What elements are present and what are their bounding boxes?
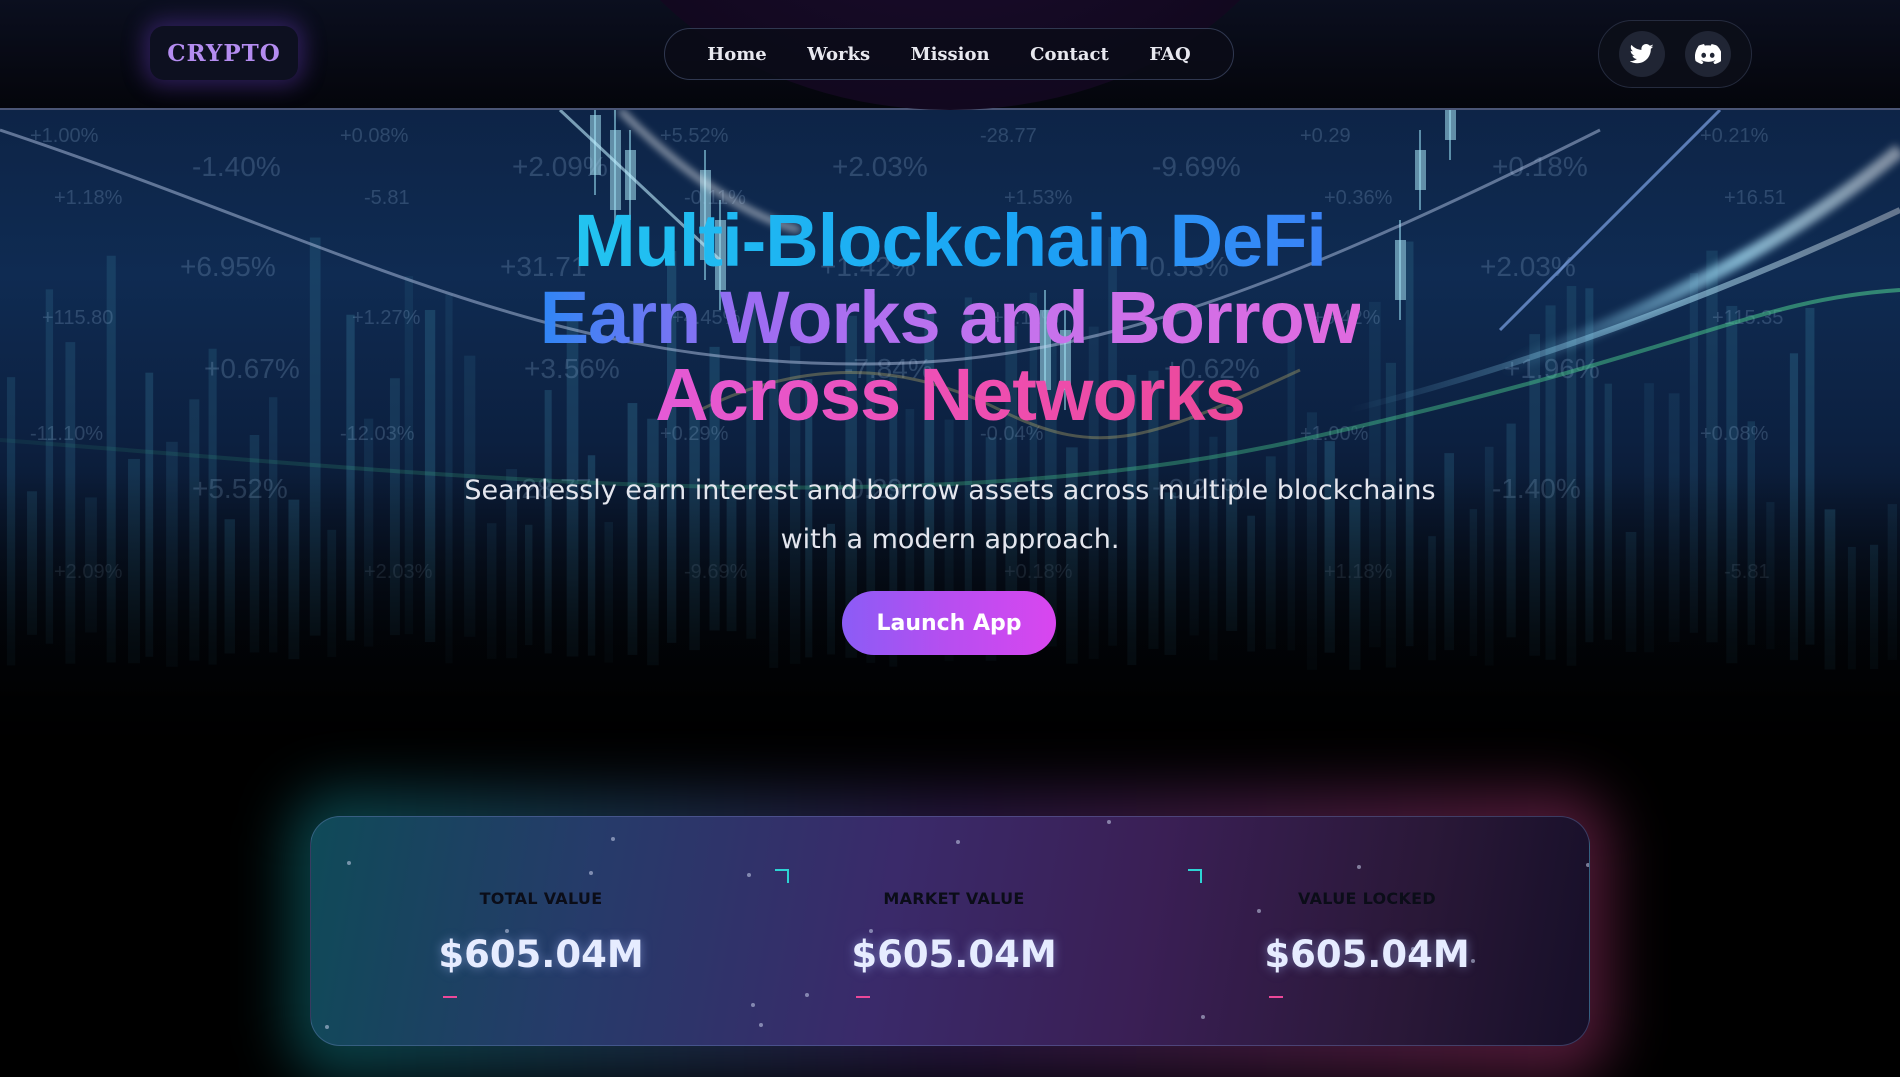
stat-value: $605.04M (438, 933, 644, 976)
particle-dot (1107, 820, 1111, 824)
nav-link-works[interactable]: Works (807, 44, 870, 65)
stat-value: $605.04M (1264, 933, 1470, 976)
launch-app-button[interactable]: Launch App (842, 591, 1056, 655)
twitter-icon (1630, 44, 1654, 64)
landing-page: CRYPTO Home Works Mission Contact FAQ +1… (0, 0, 1900, 1077)
hero-headline: Multi-Blockchain DeFi Earn Works and Bor… (0, 202, 1900, 433)
stat-label: MARKET VALUE (883, 889, 1025, 908)
dash-accent (856, 996, 870, 998)
logo[interactable]: CRYPTO (150, 26, 298, 80)
corner-accent (775, 869, 789, 883)
stat-label: TOTAL VALUE (479, 889, 603, 908)
headline-line-1: Multi-Blockchain DeFi (574, 199, 1327, 282)
stat-total-value: TOTAL VALUE $605.04M (391, 817, 789, 1045)
top-navigation-bar: CRYPTO Home Works Mission Contact FAQ (0, 0, 1900, 110)
particle-dot (759, 1023, 763, 1027)
stats-card: TOTAL VALUE $605.04M MARKET VALUE $605.0… (310, 816, 1590, 1046)
headline-line-2: Earn Works and Borrow (539, 276, 1362, 359)
social-links (1598, 20, 1752, 88)
stat-market-value: MARKET VALUE $605.04M (804, 817, 1202, 1045)
dash-accent (1269, 996, 1283, 998)
discord-button[interactable] (1685, 31, 1731, 77)
nav-link-home[interactable]: Home (707, 44, 767, 65)
stat-label: VALUE LOCKED (1298, 889, 1436, 908)
discord-icon (1695, 44, 1721, 64)
hero-section: +1.00%+0.08%+5.52%-28.77+0.29+0.21%-1.40… (0, 110, 1900, 770)
headline-line-3: Across Networks (655, 353, 1246, 436)
corner-accent (1188, 869, 1202, 883)
main-nav: Home Works Mission Contact FAQ (664, 28, 1234, 80)
particle-dot (747, 873, 751, 877)
nav-link-faq[interactable]: FAQ (1149, 44, 1190, 65)
stat-value-locked: VALUE LOCKED $605.04M (1217, 817, 1517, 1045)
twitter-button[interactable] (1619, 31, 1665, 77)
particle-dot (1201, 1015, 1205, 1019)
hero-subtitle: Seamlessly earn interest and borrow asse… (464, 475, 1436, 555)
stat-value: $605.04M (851, 933, 1057, 976)
particle-dot (325, 1025, 329, 1029)
dash-accent (443, 996, 457, 998)
particle-dot (347, 861, 351, 865)
nav-link-contact[interactable]: Contact (1030, 44, 1109, 65)
particle-dot (751, 1003, 755, 1007)
particle-dot (1586, 863, 1589, 867)
nav-link-mission[interactable]: Mission (911, 44, 990, 65)
